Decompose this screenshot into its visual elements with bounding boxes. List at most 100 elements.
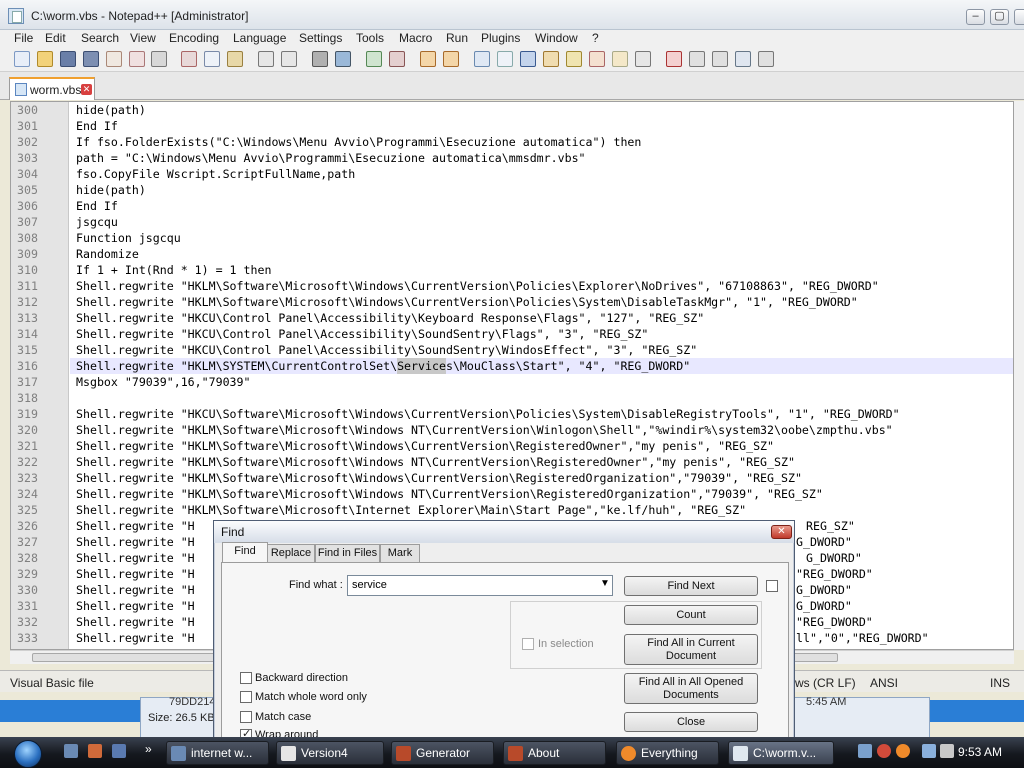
word-wrap-icon[interactable] [474,51,490,67]
find-all-current-line2: Document [665,650,717,662]
show-all-chars-icon[interactable] [497,51,513,67]
menu-file[interactable]: File [14,31,33,45]
tab-replace[interactable]: Replace [267,544,315,563]
close-button[interactable] [1014,9,1024,25]
taskbar-button-generator[interactable]: Generator [391,741,494,765]
tab-find[interactable]: Find [222,542,268,563]
indent-guide-icon[interactable] [520,51,536,67]
match-case-checkbox[interactable] [240,711,252,723]
tray-network-icon[interactable] [858,744,872,758]
quicklaunch-firefox-icon[interactable] [88,744,102,758]
match-whole-word-checkbox[interactable] [240,691,252,703]
macro-save-icon[interactable] [758,51,774,67]
close-find-button[interactable]: Close [624,712,758,732]
taskbar-button-everything[interactable]: Everything [616,741,719,765]
menu-language[interactable]: Language [233,31,286,45]
paste-icon[interactable] [227,51,243,67]
folder-workspace-icon[interactable] [612,51,628,67]
menu-tools[interactable]: Tools [356,31,384,45]
close-tab-icon[interactable]: ✕ [81,84,92,95]
notepadpp-app-icon[interactable] [8,8,24,24]
backward-direction-checkbox[interactable] [240,672,252,684]
find-dialog-close-button[interactable]: ✕ [771,525,792,539]
menu-edit[interactable]: Edit [45,31,66,45]
find-icon[interactable] [312,51,328,67]
taskbar-button-internet[interactable]: internet w... [166,741,269,765]
open-file-icon[interactable] [37,51,53,67]
code-line: Shell.regwrite "HKCU\Software\Microsoft\… [76,407,900,421]
menu-help[interactable]: ? [592,31,599,45]
quicklaunch-desktop-icon[interactable] [64,744,78,758]
cut-icon[interactable] [181,51,197,67]
macro-record-icon[interactable] [666,51,682,67]
print-icon[interactable] [151,51,167,67]
start-button[interactable] [6,737,50,768]
maximize-button[interactable]: ▢ [990,9,1009,25]
sync-vertical-icon[interactable] [420,51,436,67]
tab-mark[interactable]: Mark [380,544,420,563]
tray-search-icon[interactable] [896,744,910,758]
menu-macro[interactable]: Macro [399,31,432,45]
zoom-in-icon[interactable] [366,51,382,67]
save-all-icon[interactable] [83,51,99,67]
file-icon [15,83,27,96]
tab-worm-vbs[interactable]: worm.vbs ✕ [9,77,95,100]
menu-view[interactable]: View [130,31,156,45]
minimize-button[interactable]: – [966,9,985,25]
undo-icon[interactable] [258,51,274,67]
count-button[interactable]: Count [624,605,758,625]
find-all-opened-button[interactable]: Find All in All Opened Documents [624,673,758,704]
taskbar-button-version4[interactable]: Version4 [276,741,384,765]
replace-icon[interactable] [335,51,351,67]
find-what-combobox[interactable]: service ▼ [347,575,613,596]
find-what-label: Find what : [289,579,343,591]
new-file-icon[interactable] [14,51,30,67]
macro-stop-icon[interactable] [689,51,705,67]
taskbar-button-notepadpp[interactable]: C:\worm.v... [728,741,834,765]
menu-settings[interactable]: Settings [299,31,342,45]
udl-icon[interactable] [543,51,559,67]
zoom-out-icon[interactable] [389,51,405,67]
find-dialog[interactable]: Find ✕ Find Replace Find in Files Mark F… [213,520,795,768]
in-selection-checkbox[interactable] [522,638,534,650]
function-list-icon[interactable] [589,51,605,67]
redo-icon[interactable] [281,51,297,67]
find-next-button[interactable]: Find Next [624,576,758,596]
tray-display-icon[interactable] [922,744,936,758]
windows-orb-icon[interactable] [14,740,42,768]
taskbar-button-about[interactable]: About [503,741,606,765]
line-number: 303 [17,151,38,165]
code-line-tail: "REG_DWORD" [796,567,873,581]
menu-search[interactable]: Search [81,31,119,45]
quicklaunch-overflow-icon[interactable]: » [145,742,152,756]
dropdown-arrow-icon[interactable]: ▼ [600,578,610,589]
tab-find-in-files[interactable]: Find in Files [315,544,380,563]
monitoring-icon[interactable] [635,51,651,67]
transparency-checkbox[interactable] [766,580,778,592]
menu-run[interactable]: Run [446,31,468,45]
macro-play-icon[interactable] [712,51,728,67]
find-all-current-button[interactable]: Find All in Current Document [624,634,758,665]
tray-security-icon[interactable] [877,744,891,758]
copy-icon[interactable] [204,51,220,67]
tray-volume-icon[interactable] [940,744,954,758]
code-line-tail: ll","0","REG_DWORD" [796,631,929,645]
taskbar-clock[interactable]: 9:53 AM [958,745,1002,759]
version4-app-icon [281,746,296,761]
code-line: Shell.regwrite "HKLM\Software\Microsoft\… [76,279,879,293]
macro-run-multiple-icon[interactable] [735,51,751,67]
status-language: Visual Basic file [10,676,94,690]
menu-plugins[interactable]: Plugins [481,31,520,45]
menu-encoding[interactable]: Encoding [169,31,219,45]
menu-window[interactable]: Window [535,31,578,45]
close-all-icon[interactable] [129,51,145,67]
find-dialog-title-bar[interactable]: Find ✕ [214,521,794,543]
save-icon[interactable] [60,51,76,67]
doc-map-icon[interactable] [566,51,582,67]
sync-horizontal-icon[interactable] [443,51,459,67]
close-file-icon[interactable] [106,51,122,67]
code-line-tail: G_DWORD" [796,535,852,549]
title-bar[interactable]: C:\worm.vbs - Notepad++ [Administrator] … [0,0,1024,30]
quicklaunch-switch-icon[interactable] [112,744,126,758]
vertical-scrollbar[interactable] [1014,101,1024,650]
